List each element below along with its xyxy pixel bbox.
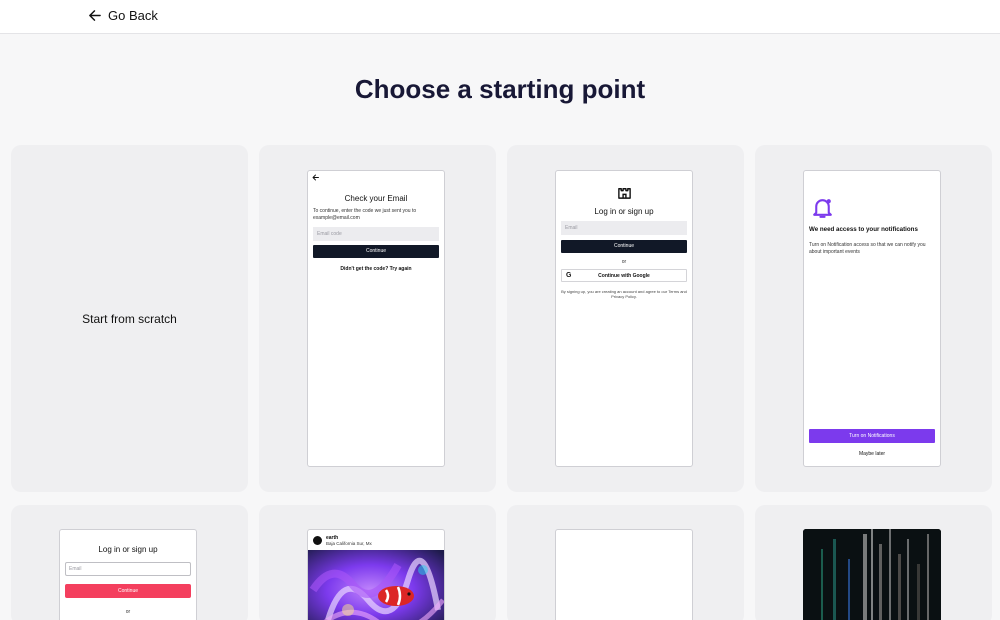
- or-divider: or: [125, 609, 131, 615]
- preview-description: Turn on Notification access so that we c…: [809, 242, 926, 255]
- continue-button: Continue: [65, 584, 191, 598]
- start-from-scratch-label: Start from scratch: [82, 312, 177, 326]
- template-card-notifications[interactable]: We need access to your notifications Tur…: [755, 145, 992, 492]
- google-button-label: Continue with Google: [598, 273, 650, 279]
- preview-title: We need access to your notifications: [809, 226, 918, 233]
- preview-title: Log in or sign up: [98, 545, 158, 554]
- avatar: [313, 536, 322, 545]
- light-streaks-image: [803, 529, 941, 620]
- template-card-login-pink[interactable]: Log in or sign up Email Continue or: [11, 505, 248, 620]
- google-button: G Continue with Google: [561, 269, 687, 282]
- template-card-email-code[interactable]: Check your Email To continue, enter the …: [259, 145, 496, 492]
- page-title: Choose a starting point: [354, 74, 646, 104]
- go-back-label: Go Back: [108, 8, 158, 23]
- template-card-login-google[interactable]: Log in or sign up Email Continue or G Co…: [507, 145, 744, 492]
- login-pink-preview: Log in or sign up Email Continue or: [59, 529, 197, 620]
- template-card-scratch[interactable]: Start from scratch: [11, 145, 248, 492]
- bell-icon: [813, 199, 832, 218]
- maybe-later-link: Maybe later: [858, 451, 886, 457]
- notifications-preview: We need access to your notifications Tur…: [803, 170, 941, 467]
- email-code-input: Email code: [313, 227, 439, 241]
- preview-description: To continue, enter the code we just sent…: [313, 208, 417, 221]
- or-divider: or: [621, 259, 627, 265]
- continue-button: Continue: [561, 240, 687, 253]
- coral-reef-image: [308, 550, 444, 620]
- try-again-link: Didn't get the code? Try again: [340, 266, 412, 272]
- template-card-video[interactable]: [755, 505, 992, 620]
- email-input: Email: [561, 221, 687, 235]
- arrow-left-icon: [89, 10, 101, 21]
- blank-preview: [555, 529, 693, 620]
- video-preview: [803, 529, 941, 620]
- turn-on-notifications-button: Turn on Notifications: [809, 429, 935, 443]
- arrow-left-icon: [312, 174, 319, 181]
- go-back-button[interactable]: Go Back: [88, 8, 158, 23]
- top-bar: Go Back: [0, 0, 1000, 34]
- login-google-preview: Log in or sign up Email Continue or G Co…: [555, 170, 693, 467]
- email-input: Email: [65, 562, 191, 576]
- social-post-preview: earth Baja California Sur, Mx: [307, 529, 445, 620]
- preview-title: Check your Email: [344, 194, 408, 203]
- post-location: Baja California Sur, Mx: [326, 541, 372, 546]
- continue-button: Continue: [313, 245, 439, 258]
- template-card-blank[interactable]: [507, 505, 744, 620]
- terms-text: By signing up, you are creating an accou…: [561, 289, 687, 299]
- castle-icon: [618, 188, 631, 199]
- preview-title: Log in or sign up: [594, 207, 654, 216]
- template-card-social-post[interactable]: earth Baja California Sur, Mx: [259, 505, 496, 620]
- email-code-preview: Check your Email To continue, enter the …: [307, 170, 445, 467]
